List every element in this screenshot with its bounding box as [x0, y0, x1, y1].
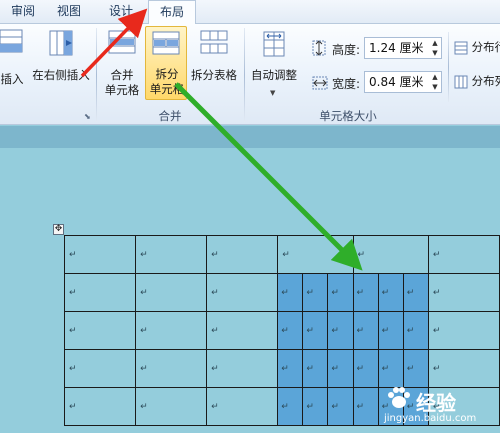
split-cells-icon — [152, 31, 180, 55]
split-table-label: 拆分表格 — [191, 68, 237, 82]
table-cell[interactable]: ↵ — [427, 273, 500, 312]
selected-table-cell[interactable]: ↵ — [352, 387, 379, 426]
document-ruler-strip — [0, 126, 500, 148]
table-cell[interactable]: ↵ — [206, 349, 279, 388]
selected-table-cell[interactable]: ↵ — [302, 311, 329, 350]
table-cell[interactable]: ↵ — [63, 235, 137, 274]
table-cell[interactable]: ↵ — [135, 311, 208, 350]
split-cells-label: 拆分 单元格 — [149, 67, 185, 96]
dialog-launcher-icon[interactable]: ⬊ — [84, 112, 91, 121]
ribbon-tab-bar: 审阅 视图 设计 布局 — [0, 0, 500, 25]
selected-table-cell[interactable]: ↵ — [327, 273, 354, 312]
autofit-icon — [263, 31, 285, 57]
watermark-brand: 经验 — [416, 391, 456, 415]
selected-table-cell[interactable]: ↵ — [352, 273, 379, 312]
selected-table-cell[interactable]: ↵ — [402, 311, 429, 350]
width-label: 宽度: — [332, 77, 361, 91]
table-cell[interactable]: ↵ — [63, 311, 137, 350]
merge-cells-label: 合并 单元格 — [104, 68, 140, 97]
table-cell[interactable]: ↵ — [427, 311, 500, 350]
table-row: ↵ ↵ ↵ ↵ ↵ ↵ ↵ ↵ ↵ ↵ — [63, 311, 500, 350]
split-table-icon — [200, 30, 228, 54]
selected-table-cell[interactable]: ↵ — [302, 273, 329, 312]
table-move-handle-icon[interactable]: ✥ — [53, 224, 64, 235]
selected-table-cell[interactable]: ↵ — [352, 349, 379, 388]
spin-buttons-icon[interactable]: ▲ ▼ — [429, 72, 441, 92]
table-cell[interactable]: ↵ — [277, 235, 354, 274]
merge-group-label: 合并 — [158, 109, 182, 123]
merge-cells-button[interactable]: 合并 单元格 — [100, 28, 144, 100]
baidu-paw-logo-icon — [388, 387, 410, 408]
width-input[interactable]: 0.84 厘米 ▲ ▼ — [364, 71, 442, 93]
table-cell[interactable]: ↵ — [206, 273, 279, 312]
table-cell[interactable]: ↵ — [206, 387, 279, 426]
selected-table-cell[interactable]: ↵ — [277, 349, 304, 388]
distribute-rows-button[interactable]: 分布行 — [454, 40, 500, 58]
insert-right-button[interactable]: 在右侧插入 — [30, 28, 92, 100]
table-cell[interactable]: ↵ — [206, 311, 279, 350]
ribbon-panel: 插入 在右侧插入 ⬊ 合并 单元格 拆分 单元格 拆分表格 合并 自动调整 ▼ … — [0, 24, 500, 125]
separator — [448, 32, 449, 102]
selected-table-cell[interactable]: ↵ — [377, 311, 404, 350]
selected-table-cell[interactable]: ↵ — [302, 387, 329, 426]
selected-table-cell[interactable]: ↵ — [277, 273, 304, 312]
distribute-columns-icon — [454, 75, 468, 88]
height-label: 高度: — [332, 43, 361, 57]
height-value: 1.24 厘米 — [369, 41, 424, 55]
autofit-label: 自动调整 — [251, 68, 297, 82]
table-cell[interactable]: ↵ — [63, 349, 137, 388]
insert-column-right-icon — [49, 30, 73, 56]
table-row: ↵ ↵ ↵ ↵ ↵ ↵ ↵ ↵ ↵ ↵ — [63, 273, 500, 312]
insert-row-icon — [0, 29, 23, 53]
insert-below-label: 插入 — [0, 72, 24, 86]
merge-cells-icon — [108, 30, 136, 54]
table-cell[interactable]: ↵ — [63, 273, 137, 312]
column-width-icon — [312, 76, 328, 90]
tab-layout[interactable]: 布局 — [148, 0, 196, 25]
dropdown-arrow-icon: ▼ — [270, 89, 276, 97]
selected-table-cell[interactable]: ↵ — [327, 349, 354, 388]
tab-review[interactable]: 审阅 — [0, 0, 46, 24]
width-value: 0.84 厘米 — [369, 75, 424, 89]
selected-table-cell[interactable]: ↵ — [302, 349, 329, 388]
table-cell[interactable]: ↵ — [63, 387, 137, 426]
table-cell[interactable]: ↵ — [206, 235, 279, 274]
height-input[interactable]: 1.24 厘米 ▲ ▼ — [364, 37, 442, 59]
tab-view[interactable]: 视图 — [46, 0, 92, 24]
table-cell[interactable]: ↵ — [427, 349, 500, 388]
table-row: ↵ ↵ ↵ ↵ ↵ ↵ — [63, 235, 500, 274]
watermark-url: jingyan.baidu.com — [384, 413, 477, 424]
group-separator — [96, 28, 97, 122]
distribute-columns-label: 分布列 — [471, 74, 500, 88]
selected-table-cell[interactable]: ↵ — [277, 311, 304, 350]
autofit-button[interactable]: 自动调整 ▼ — [248, 28, 300, 100]
table-cell[interactable]: ↵ — [135, 387, 208, 426]
table-cell[interactable]: ↵ — [352, 235, 429, 274]
distribute-rows-icon — [454, 41, 468, 54]
distribute-columns-button[interactable]: 分布列 — [454, 74, 500, 92]
selected-table-cell[interactable]: ↵ — [327, 311, 354, 350]
table-cell[interactable]: ↵ — [427, 235, 500, 274]
cell-size-group-label: 单元格大小 — [319, 109, 377, 123]
selected-table-cell[interactable]: ↵ — [402, 273, 429, 312]
split-table-button[interactable]: 拆分表格 — [188, 28, 240, 100]
table-cell[interactable]: ↵ — [135, 349, 208, 388]
baidu-jingyan-watermark: 经验 jingyan.baidu.com — [380, 383, 498, 431]
selected-table-cell[interactable]: ↵ — [277, 387, 304, 426]
selected-table-cell[interactable]: ↵ — [402, 349, 429, 388]
split-cells-button[interactable]: 拆分 单元格 — [145, 26, 187, 100]
distribute-rows-label: 分布行 — [471, 40, 500, 54]
row-height-icon — [312, 40, 326, 56]
selected-table-cell[interactable]: ↵ — [377, 273, 404, 312]
selected-table-cell[interactable]: ↵ — [327, 387, 354, 426]
insert-right-label: 在右侧插入 — [32, 68, 90, 82]
table-cell[interactable]: ↵ — [135, 273, 208, 312]
table-row: ↵ ↵ ↵ ↵ ↵ ↵ ↵ ↵ ↵ ↵ — [63, 349, 500, 388]
tab-design[interactable]: 设计 — [98, 0, 144, 24]
selected-table-cell[interactable]: ↵ — [377, 349, 404, 388]
insert-below-button[interactable]: 插入 — [0, 28, 28, 100]
table-cell[interactable]: ↵ — [135, 235, 208, 274]
spin-buttons-icon[interactable]: ▲ ▼ — [429, 38, 441, 58]
selected-table-cell[interactable]: ↵ — [352, 311, 379, 350]
